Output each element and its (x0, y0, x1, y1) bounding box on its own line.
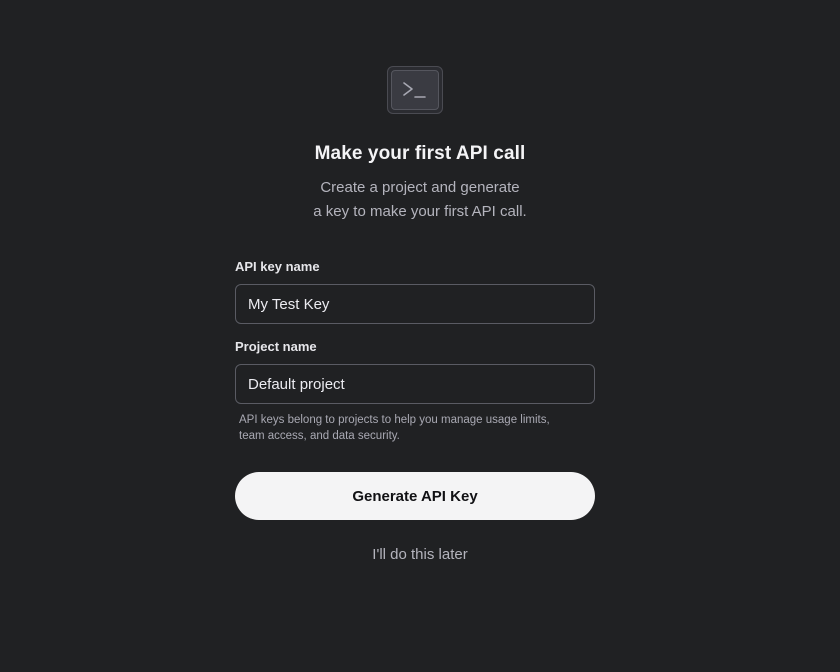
help-text-line-1: API keys belong to projects to help you … (239, 414, 550, 426)
generate-api-key-button[interactable]: Generate API Key (235, 472, 595, 520)
project-name-label: Project name (235, 339, 317, 354)
page-subtitle-line-2: a key to make your first API call. (313, 203, 527, 220)
terminal-icon-frame (391, 70, 439, 110)
page-title: Make your first API call (314, 143, 526, 164)
onboarding-page: Make your first API call Create a projec… (0, 0, 840, 672)
project-name-input[interactable] (235, 364, 595, 404)
help-text: API keys belong to projects to help you … (239, 412, 591, 444)
skip-later-link[interactable]: I'll do this later (0, 546, 840, 563)
api-key-name-label: API key name (235, 259, 320, 274)
api-key-name-input[interactable] (235, 284, 595, 324)
page-subtitle-line-1: Create a project and generate (320, 179, 520, 196)
terminal-icon (387, 66, 443, 114)
terminal-prompt-icon (403, 82, 426, 98)
help-text-line-2: team access, and data security. (239, 430, 400, 442)
